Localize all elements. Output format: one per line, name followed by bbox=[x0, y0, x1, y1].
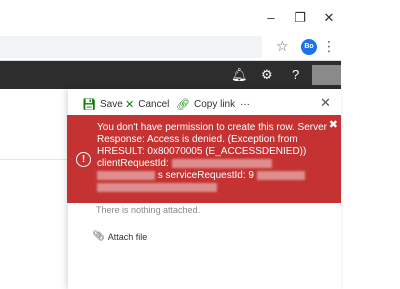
command-bar: 💾︎ Save ✕ Cancel 🔗︎ Copy link ··· ✕ bbox=[68, 93, 341, 115]
redacted-client-id-cont bbox=[97, 170, 155, 180]
more-button[interactable]: ··· bbox=[240, 93, 250, 115]
more-label: ··· bbox=[240, 98, 250, 110]
right-margin bbox=[341, 0, 400, 289]
link-icon: 🔗︎ bbox=[176, 98, 190, 111]
background-divider bbox=[0, 159, 68, 160]
client-request-id-label: clientRequestId: bbox=[97, 158, 169, 169]
error-line-4: clientRequestId: bbox=[97, 158, 329, 170]
save-label: Save bbox=[99, 98, 123, 110]
dismiss-error-icon[interactable]: ✖ bbox=[329, 118, 338, 131]
browser-menu-icon[interactable]: ⋮ bbox=[322, 38, 336, 55]
profile-avatar[interactable]: Bo bbox=[301, 39, 317, 55]
error-line-1: You don't have permission to create this… bbox=[97, 122, 327, 133]
error-line-3: HRESULT: 0x80070005 (E_ACCESSDENIED)) bbox=[97, 146, 307, 157]
attach-file-button[interactable]: 📎︎ Attach file bbox=[92, 231, 147, 242]
bell-icon[interactable]: 🔔︎ bbox=[231, 67, 248, 83]
error-icon: ! bbox=[76, 152, 91, 167]
save-button[interactable]: 💾︎ Save bbox=[82, 93, 123, 115]
redacted-service-id bbox=[256, 170, 305, 180]
browser-toolbar: ☆ Bo ⋮ bbox=[0, 36, 341, 61]
error-line-6 bbox=[97, 182, 329, 194]
error-line-5: s serviceRequestId: 9 bbox=[97, 170, 329, 182]
address-bar[interactable] bbox=[0, 36, 262, 58]
error-banner: ! You don't have permission to create th… bbox=[67, 115, 341, 203]
help-icon[interactable]: ? bbox=[292, 67, 299, 83]
service-request-id-label: s serviceRequestId: 9 bbox=[157, 170, 254, 181]
copy-link-label: Copy link bbox=[193, 98, 236, 110]
close-window-icon[interactable]: ✕ bbox=[321, 10, 337, 26]
attach-file-label: Attach file bbox=[107, 231, 148, 242]
redacted-client-id bbox=[171, 158, 272, 168]
minimize-icon[interactable]: – bbox=[263, 10, 279, 26]
copy-link-button[interactable]: 🔗︎ Copy link bbox=[176, 93, 235, 115]
redacted-service-id-cont bbox=[97, 182, 217, 192]
account-avatar[interactable] bbox=[312, 65, 341, 85]
restore-icon[interactable]: ❐ bbox=[292, 10, 308, 26]
error-line-2: Response: Access is denied. (Exception f… bbox=[97, 134, 298, 145]
app-header: 🔔︎ ⚙ ? bbox=[0, 61, 341, 89]
paperclip-icon: 📎︎ bbox=[92, 231, 105, 242]
close-panel-icon[interactable]: ✕ bbox=[320, 95, 331, 111]
cancel-label: Cancel bbox=[138, 98, 170, 110]
browser-titlebar: – ❐ ✕ bbox=[0, 0, 341, 36]
save-icon: 💾︎ bbox=[82, 98, 96, 111]
star-icon[interactable]: ☆ bbox=[276, 38, 289, 55]
attachments-empty-text: There is nothing attached. bbox=[96, 205, 201, 215]
error-message: You don't have permission to create this… bbox=[97, 122, 329, 194]
cancel-button[interactable]: ✕ Cancel bbox=[125, 93, 169, 115]
gear-icon[interactable]: ⚙ bbox=[261, 67, 273, 83]
cancel-icon: ✕ bbox=[125, 98, 135, 111]
